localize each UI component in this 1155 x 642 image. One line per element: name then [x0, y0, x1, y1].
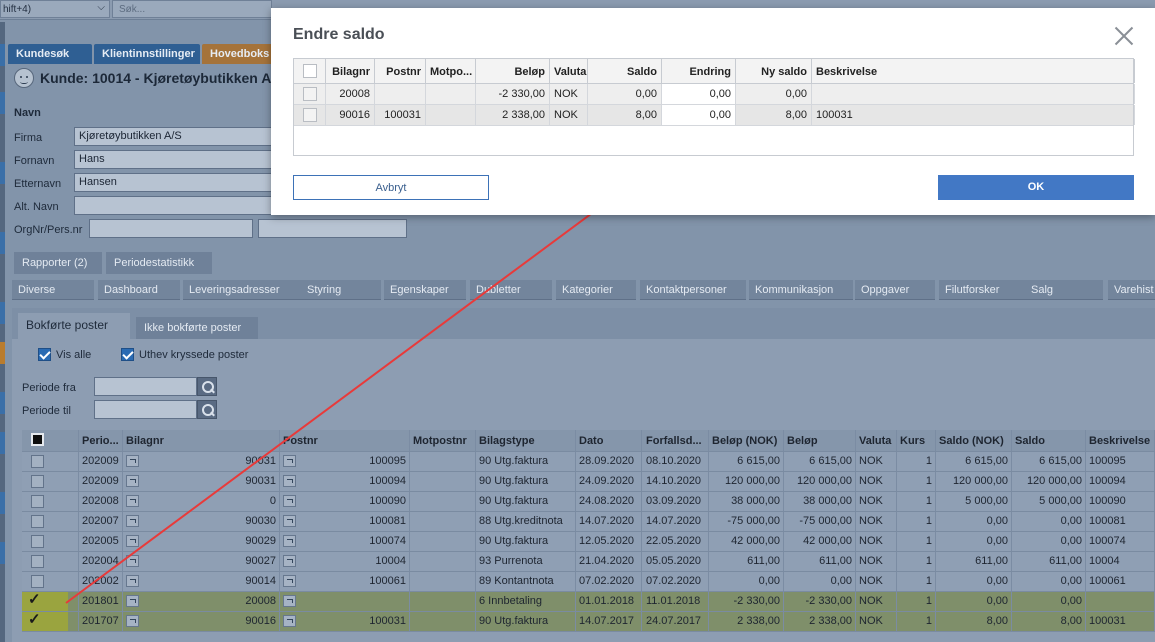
dialog-title: Endre saldo	[293, 26, 385, 43]
dialog-cell-bilagnr: 90016	[326, 105, 375, 125]
dialog-cell-valuta: NOK	[550, 105, 588, 125]
dialog-header-bilagnr[interactable]: Bilagnr	[326, 59, 375, 83]
dialog-row-checkbox[interactable]	[303, 108, 317, 122]
dialog-select-all-checkbox[interactable]	[303, 64, 317, 78]
dialog-header-ny_saldo[interactable]: Ny saldo	[736, 59, 812, 83]
dialog-cell-saldo: 0,00	[588, 84, 662, 104]
dialog-cell-belop: 2 338,00	[476, 105, 550, 125]
close-icon[interactable]	[1112, 24, 1136, 48]
dialog-header-saldo[interactable]: Saldo	[588, 59, 662, 83]
dialog-cell-ny_saldo: 8,00	[736, 105, 812, 125]
dialog-cell-motpostnr	[426, 105, 476, 125]
dialog-cell-beskrivelse	[812, 84, 1135, 104]
dialog-header-valuta[interactable]: Valuta	[550, 59, 588, 83]
dialog-header-belop[interactable]: Beløp	[476, 59, 550, 83]
dialog-cell-belop: -2 330,00	[476, 84, 550, 104]
dialog-row-select-cell[interactable]	[294, 105, 326, 125]
endre-saldo-dialog: Endre saldo Bilagnr Postnr Motpo... Beløp Va…	[271, 8, 1155, 215]
ok-button[interactable]: OK	[938, 175, 1134, 200]
dialog-cell-beskrivelse: 100031	[812, 105, 1135, 125]
dialog-cell-postnr: 100031	[375, 105, 426, 125]
dialog-cell-endring[interactable]: 0,00	[662, 84, 736, 104]
dialog-header-endring[interactable]: Endring	[662, 59, 736, 83]
dialog-header-beskrivelse[interactable]: Beskrivelse	[812, 59, 1135, 83]
dialog-cell-postnr	[375, 84, 426, 104]
dialog-row-select-cell[interactable]	[294, 84, 326, 104]
dialog-row[interactable]: 20008 -2 330,00 NOK 0,00 0,00 0,00	[294, 84, 1135, 105]
dialog-cell-endring[interactable]: 0,00	[662, 105, 736, 125]
dialog-row[interactable]: 90016 100031 2 338,00 NOK 8,00 0,00 8,00 100031	[294, 105, 1135, 126]
dialog-cell-saldo: 8,00	[588, 105, 662, 125]
dialog-cell-valuta: NOK	[550, 84, 588, 104]
dialog-row-checkbox[interactable]	[303, 87, 317, 101]
dialog-cell-bilagnr: 20008	[326, 84, 375, 104]
dialog-cell-ny_saldo: 0,00	[736, 84, 812, 104]
dialog-header-row: Bilagnr Postnr Motpo... Beløp Valuta Saldo End…	[294, 59, 1135, 84]
dialog-header-postnr[interactable]: Postnr	[375, 59, 426, 83]
cancel-button[interactable]: Avbryt	[293, 175, 489, 200]
saldo-table: Bilagnr Postnr Motpo... Beløp Valuta Saldo End…	[293, 58, 1135, 156]
dialog-header-motpostnr[interactable]: Motpo...	[426, 59, 476, 83]
dialog-select-all-cell	[294, 59, 326, 83]
dialog-cell-motpostnr	[426, 84, 476, 104]
